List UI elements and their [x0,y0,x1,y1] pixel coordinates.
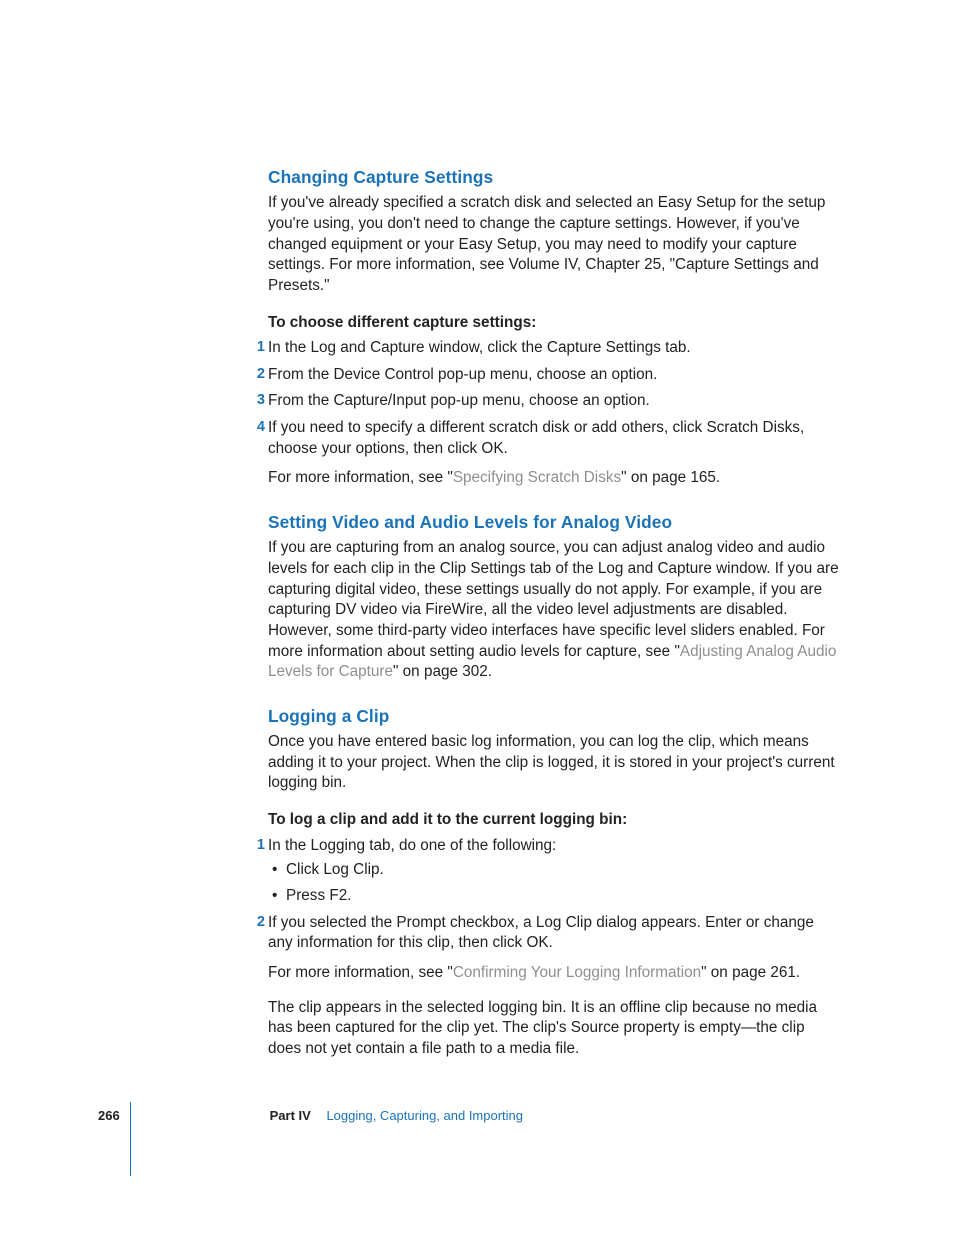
page-number: 266 [98,1107,266,1125]
more-info: For more information, see "Specifying Sc… [268,468,840,489]
step-number: 1 [251,338,265,358]
step-number: 1 [251,836,265,856]
step-1: 1 In the Logging tab, do one of the foll… [268,836,840,907]
paragraph: The clip appears in the selected logging… [268,998,840,1060]
step-text: In the Logging tab, do one of the follow… [268,837,556,854]
bullet-item: Press F2. [286,886,840,907]
step-3: 3 From the Capture/Input pop-up menu, ch… [268,391,840,412]
procedure-list: 1 In the Logging tab, do one of the foll… [268,836,840,1060]
more-info-pre: For more information, see " [268,964,453,981]
step-text: From the Device Control pop-up menu, cho… [268,366,657,383]
heading-logging-a-clip: Logging a Clip [268,705,840,728]
paragraph-text-post: " on page 302. [393,663,492,680]
step-number: 3 [251,391,265,411]
cross-reference-link[interactable]: Confirming Your Logging Information [453,964,701,981]
step-text: In the Log and Capture window, click the… [268,339,691,356]
step-number: 2 [251,365,265,385]
paragraph: If you are capturing from an analog sour… [268,538,840,682]
heading-changing-capture-settings: Changing Capture Settings [268,166,840,189]
bullet-list: Click Log Clip. Press F2. [268,860,840,906]
paragraph-text: If you are capturing from an analog sour… [268,539,839,659]
part-label: Part IV [270,1108,311,1123]
heading-setting-levels: Setting Video and Audio Levels for Analo… [268,511,840,534]
step-4: 4 If you need to specify a different scr… [268,418,840,489]
part-title: Logging, Capturing, and Importing [326,1108,523,1123]
step-number: 4 [251,418,265,438]
page-footer: 266 Part IV Logging, Capturing, and Impo… [98,1107,844,1125]
step-2: 2 From the Device Control pop-up menu, c… [268,365,840,386]
procedure-list: 1 In the Log and Capture window, click t… [268,338,840,489]
procedure-heading: To log a clip and add it to the current … [268,810,840,831]
page: Changing Capture Settings If you've alre… [0,0,954,1235]
paragraph: Once you have entered basic log informat… [268,732,840,794]
step-2: 2 If you selected the Prompt checkbox, a… [268,913,840,1060]
cross-reference-link[interactable]: Specifying Scratch Disks [453,469,621,486]
bullet-item: Click Log Clip. [286,860,840,881]
more-info: For more information, see "Confirming Yo… [268,963,840,984]
more-info-post: " on page 261. [701,964,800,981]
step-1: 1 In the Log and Capture window, click t… [268,338,840,359]
more-info-pre: For more information, see " [268,469,453,486]
step-text: From the Capture/Input pop-up menu, choo… [268,392,650,409]
more-info-post: " on page 165. [621,469,720,486]
procedure-heading: To choose different capture settings: [268,313,840,334]
paragraph: If you've already specified a scratch di… [268,193,840,296]
step-text: If you need to specify a different scrat… [268,419,804,457]
step-number: 2 [251,913,265,933]
step-text: If you selected the Prompt checkbox, a L… [268,914,814,952]
